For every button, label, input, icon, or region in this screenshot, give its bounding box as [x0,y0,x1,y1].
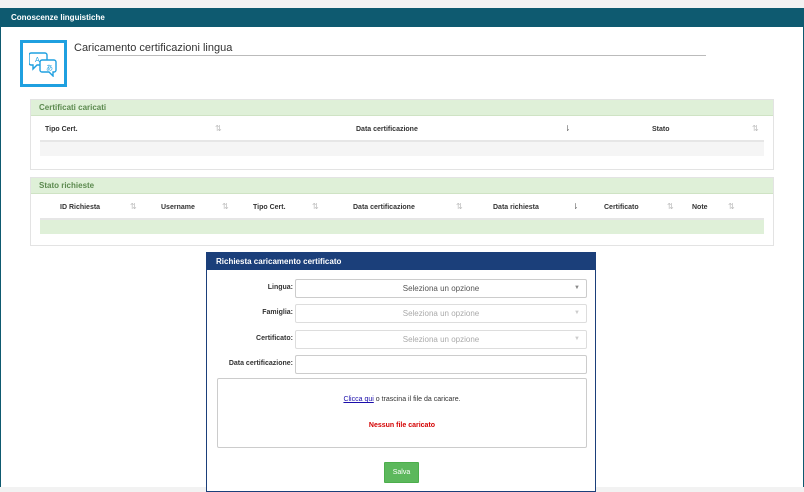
sort-icon[interactable]: ⇅ [312,202,319,211]
svg-text:A: A [35,57,40,64]
certificati-panel-title: Certificati caricati [31,100,773,116]
certificato-select-value: Seleziona un opzione [402,335,480,344]
language-chat-icon: A あ [20,40,67,87]
col-tipo-cert[interactable]: Tipo Cert. [45,126,78,133]
certificati-panel: Certificati caricati Tipo Cert. ⇅ Data c… [30,99,774,170]
col-certificato[interactable]: Certificato [604,204,639,211]
section-title-bar: Conoscenze linguistiche [0,8,804,27]
col-stato[interactable]: Stato [652,126,670,133]
save-button[interactable]: Salva [384,462,419,483]
svg-text:あ: あ [46,64,53,72]
col-id-richiesta[interactable]: ID Richiesta [60,204,100,211]
dropzone-instructions: Clicca qui o trascina il file da caricar… [218,396,586,403]
stato-richieste-panel-title: Stato richieste [31,178,773,194]
lingua-select-value: Seleziona un opzione [402,284,480,293]
page-title: Caricamento certificazioni lingua [74,42,233,54]
caret-down-icon: ▼ [574,285,580,291]
no-file-message: Nessun file caricato [368,422,436,429]
stato-richieste-table-header: ID Richiesta ⇅ Username ⇅ Tipo Cert. ⇅ D… [40,194,764,220]
sort-icon[interactable]: ⇅ [456,202,463,211]
table-row-empty [40,220,764,234]
certificato-label: Certificato: [256,335,293,342]
upload-request-form: Richiesta caricamento certificato Lingua… [206,252,596,492]
title-underline [98,55,706,56]
certificato-select[interactable]: Seleziona un opzione ▼ [295,330,587,349]
lingua-select[interactable]: Seleziona un opzione ▼ [295,279,587,298]
famiglia-select-value: Seleziona un opzione [402,309,480,318]
file-dropzone[interactable]: Clicca qui o trascina il file da caricar… [217,378,587,448]
famiglia-select[interactable]: Seleziona un opzione ▼ [295,304,587,323]
data-certificazione-label: Data certificazione: [228,360,293,367]
data-certificazione-input[interactable] [295,355,587,374]
col-tipo-cert[interactable]: Tipo Cert. [253,204,286,211]
lingua-row: Lingua: Seleziona un opzione ▼ [207,279,597,298]
top-gap [0,0,804,8]
col-data-certificazione[interactable]: Data certificazione [356,126,418,133]
col-data-certificazione[interactable]: Data certificazione [353,204,415,211]
dropzone-text: o trascina il file da caricare. [373,396,461,403]
sort-desc-icon[interactable]: ⇂ [572,202,579,211]
sort-icon[interactable]: ⇅ [222,202,229,211]
sort-icon[interactable]: ⇅ [728,202,735,211]
famiglia-label: Famiglia: [262,309,293,316]
col-username[interactable]: Username [161,204,195,211]
caret-down-icon: ▼ [574,336,580,342]
sort-desc-icon[interactable]: ⇂ [564,124,571,133]
col-note[interactable]: Note [692,204,708,211]
upload-link[interactable]: Clicca qui [343,396,373,403]
table-row-empty [40,142,764,156]
certificato-row: Certificato: Seleziona un opzione ▼ [207,330,597,349]
sort-icon[interactable]: ⇅ [130,202,137,211]
lingua-label: Lingua: [267,284,293,291]
sort-icon[interactable]: ⇅ [215,124,222,133]
col-data-richiesta[interactable]: Data richiesta [493,204,539,211]
caret-down-icon: ▼ [574,310,580,316]
data-certificazione-row: Data certificazione: [207,355,597,374]
sort-icon[interactable]: ⇅ [752,124,759,133]
famiglia-row: Famiglia: Seleziona un opzione ▼ [207,304,597,323]
certificati-table-header: Tipo Cert. ⇅ Data certificazione ⇂ Stato… [40,116,764,142]
form-title: Richiesta caricamento certificato [207,253,595,270]
sort-icon[interactable]: ⇅ [667,202,674,211]
stato-richieste-panel: Stato richieste ID Richiesta ⇅ Username … [30,177,774,246]
